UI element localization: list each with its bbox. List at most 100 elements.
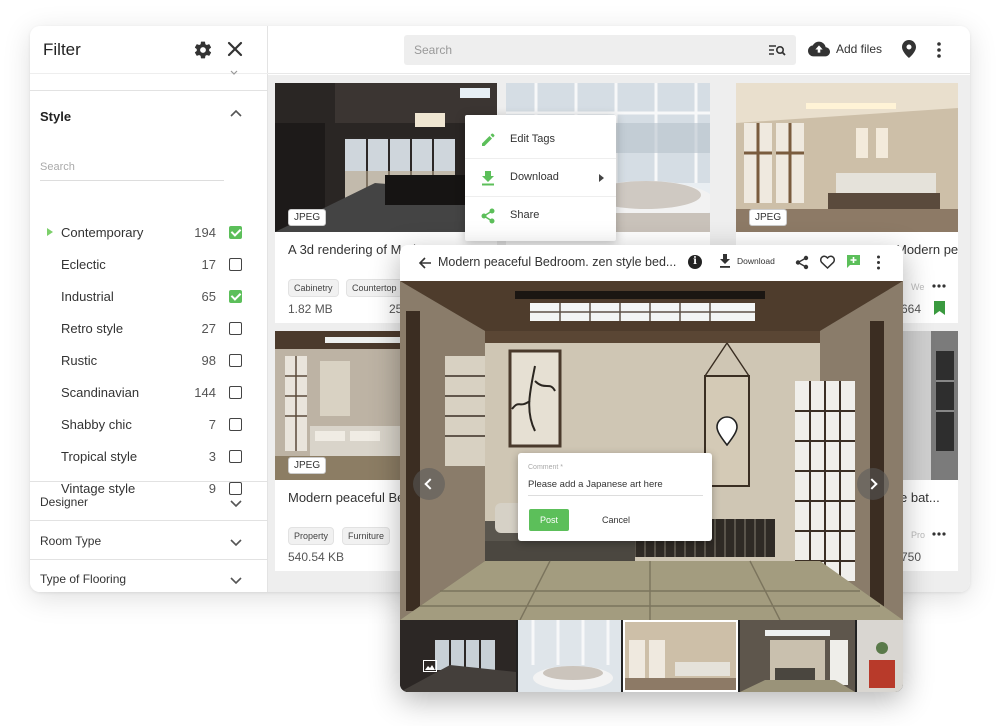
file-type-badge: JPEG xyxy=(288,209,327,226)
comment-marker-pin[interactable] xyxy=(716,416,738,446)
chevron-down-icon[interactable] xyxy=(230,539,242,547)
download-icon[interactable] xyxy=(719,254,731,268)
flooring-filter-section[interactable]: Type of Flooring xyxy=(30,560,268,592)
menu-item-download[interactable]: Download xyxy=(465,159,616,197)
style-item-checkbox[interactable] xyxy=(229,290,242,303)
location-pin-icon[interactable] xyxy=(902,40,916,58)
thumbnail[interactable] xyxy=(518,620,621,692)
chevron-down-icon[interactable] xyxy=(230,577,242,585)
style-item-label: Shabby chic xyxy=(61,417,132,432)
designer-filter-section[interactable]: Designer xyxy=(30,483,268,521)
file-size: 664 xyxy=(901,302,922,316)
add-files-button[interactable]: Add files xyxy=(836,42,882,56)
filter-title: Filter xyxy=(43,40,81,59)
gear-icon[interactable] xyxy=(193,40,213,60)
style-item-eclectic[interactable]: Eclectic 17 xyxy=(30,249,268,281)
arrow-back-icon[interactable] xyxy=(418,256,432,270)
style-search-input[interactable]: Search xyxy=(40,157,224,181)
close-icon[interactable] xyxy=(226,40,244,58)
asset-title[interactable]: Modern peaceful Bedroom. j... xyxy=(896,242,958,257)
more-vert-icon[interactable] xyxy=(876,255,881,270)
search-filter-icon[interactable] xyxy=(768,42,786,58)
search-input[interactable]: Search xyxy=(404,35,796,65)
add-comment-icon[interactable] xyxy=(846,254,861,269)
more-horiz-icon[interactable] xyxy=(932,284,946,288)
style-item-contemporary[interactable]: Contemporary 194 xyxy=(30,217,268,249)
thumbnail[interactable] xyxy=(740,620,855,692)
style-item-tropical[interactable]: Tropical style 3 xyxy=(30,441,268,473)
style-item-checkbox[interactable] xyxy=(229,322,242,335)
menu-item-edit-tags[interactable]: Edit Tags xyxy=(465,121,616,159)
style-item-checkbox[interactable] xyxy=(229,386,242,399)
thumbnail-strip xyxy=(400,620,903,692)
style-item-checkbox[interactable] xyxy=(229,258,242,271)
tag-chip[interactable]: Furniture xyxy=(342,527,391,545)
viewer-title: Modern peaceful Bedroom. zen style bed..… xyxy=(438,255,677,269)
file-type-badge: JPEG xyxy=(749,209,788,226)
section-label: Designer xyxy=(40,495,89,509)
style-item-shabby-chic[interactable]: Shabby chic 7 xyxy=(30,409,268,441)
comment-input[interactable]: Please add a Japanese art here xyxy=(528,479,663,490)
cloud-upload-icon[interactable] xyxy=(808,40,830,58)
style-item-label: Contemporary xyxy=(61,225,144,240)
viewer-main-image[interactable]: Comment * Please add a Japanese art here… xyxy=(400,281,903,620)
info-icon[interactable]: i xyxy=(688,255,702,269)
file-type-badge: JPEG xyxy=(288,457,327,474)
style-item-checkbox[interactable] xyxy=(229,354,242,367)
tag-chip[interactable]: Property xyxy=(288,527,335,545)
style-filter-section: Style Search Contemporary 194 Eclectic 1… xyxy=(30,90,268,496)
thumbnail-selected[interactable] xyxy=(623,620,738,692)
previous-image-button[interactable] xyxy=(413,468,445,500)
style-item-count: 144 xyxy=(194,385,216,400)
tag-chip[interactable]: Cabinetry xyxy=(288,279,339,297)
style-item-count: 7 xyxy=(208,417,216,432)
chevron-up-icon[interactable] xyxy=(230,109,242,117)
share-icon[interactable] xyxy=(795,255,809,270)
more-horiz-icon[interactable] xyxy=(932,532,946,536)
style-item-rustic[interactable]: Rustic 98 xyxy=(30,345,268,377)
zen-bedroom-image xyxy=(400,281,903,620)
style-item-count: 98 xyxy=(201,353,216,368)
post-button[interactable]: Post xyxy=(529,509,569,531)
asset-title[interactable]: Modern peaceful Be xyxy=(288,490,404,505)
style-item-label: Eclectic xyxy=(61,257,106,272)
download-icon xyxy=(482,171,494,186)
more-vert-icon[interactable] xyxy=(936,41,942,59)
thumbnail[interactable] xyxy=(857,620,903,692)
comment-popup: Comment * Please add a Japanese art here… xyxy=(518,453,712,541)
style-item-label: Tropical style xyxy=(61,449,138,464)
expand-arrow-icon[interactable] xyxy=(47,228,53,236)
comment-underline xyxy=(528,495,703,496)
next-image-button[interactable] xyxy=(857,468,889,500)
style-item-checkbox[interactable] xyxy=(229,418,242,431)
style-item-checkbox[interactable] xyxy=(229,226,242,239)
style-item-count: 194 xyxy=(194,225,216,240)
context-menu: Edit Tags Download Share xyxy=(465,115,616,241)
bookmark-icon[interactable] xyxy=(934,301,945,315)
style-item-industrial[interactable]: Industrial 65 xyxy=(30,281,268,313)
style-item-count: 17 xyxy=(201,257,216,272)
style-section-title[interactable]: Style xyxy=(40,109,71,124)
chevron-down-icon[interactable] xyxy=(230,500,242,508)
style-item-label: Retro style xyxy=(61,321,124,336)
menu-item-label: Share xyxy=(510,209,540,221)
style-item-scandinavian[interactable]: Scandinavian 144 xyxy=(30,377,268,409)
file-size: 750 xyxy=(901,550,922,564)
heart-outline-icon[interactable] xyxy=(820,255,835,269)
asset-title[interactable]: e bat... xyxy=(900,490,940,505)
cancel-button[interactable]: Cancel xyxy=(602,515,630,525)
tag-chip[interactable]: Countertop xyxy=(346,279,403,297)
section-label: Room Type xyxy=(40,534,102,548)
tag-chip[interactable]: Pro xyxy=(906,527,930,543)
filter-sidebar: Filter Style Search Contemporary 194 Ecl… xyxy=(30,26,268,592)
file-size: 1.82 MB xyxy=(288,302,333,316)
style-item-label: Industrial xyxy=(61,289,114,304)
menu-item-share[interactable]: Share xyxy=(465,197,616,235)
style-item-retro[interactable]: Retro style 27 xyxy=(30,313,268,345)
thumbnail[interactable] xyxy=(400,620,516,692)
style-item-checkbox[interactable] xyxy=(229,450,242,463)
room-type-filter-section[interactable]: Room Type xyxy=(30,522,268,560)
tag-chip[interactable]: We xyxy=(906,279,929,295)
comment-field-label: Comment * xyxy=(528,464,564,471)
viewer-download-button[interactable]: Download xyxy=(737,256,775,266)
